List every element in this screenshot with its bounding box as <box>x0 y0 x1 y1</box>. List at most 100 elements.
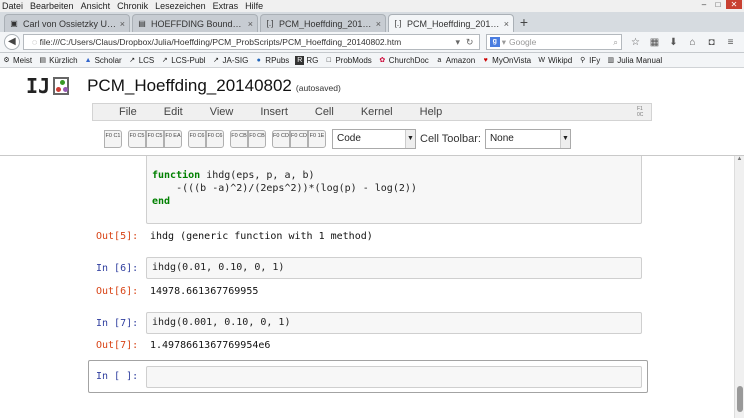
output-7: 1.4978661367769954e6 <box>150 340 271 351</box>
code-line-2: -(((b -a)^2)/(2eps^2))*(log(p) - log(2)) <box>152 183 417 194</box>
jupyter-icon: [.] <box>266 18 274 28</box>
menu-file[interactable]: File <box>119 106 137 118</box>
scroll-up-icon[interactable]: ▲ <box>735 156 744 166</box>
empty-code-cell[interactable] <box>146 366 642 388</box>
close-tab-icon[interactable]: × <box>504 19 509 29</box>
bookmark-label: RPubs <box>265 55 290 65</box>
bookmark-rg[interactable]: R RG <box>295 55 319 65</box>
bookmark-probmods[interactable]: □ ProbMods <box>324 55 372 65</box>
toolbar-group-run: F0 CD F0 CD F0 1E <box>272 129 326 148</box>
close-window-button[interactable]: ✕ <box>726 0 742 9</box>
menu-chronik[interactable]: Chronik <box>117 1 148 11</box>
menu-kernel[interactable]: Kernel <box>361 106 393 118</box>
menu-icon[interactable]: ≡ <box>721 37 740 48</box>
code-cell-7[interactable]: ihdg(0.001, 0.10, 0, 1) <box>146 312 642 334</box>
bookmark-wikipd[interactable]: W Wikipd <box>537 56 572 65</box>
close-tab-icon[interactable]: × <box>376 19 381 29</box>
tab-pcm-hoeffding-1[interactable]: [.] PCM_Hoeffding_20140802 × <box>260 14 386 32</box>
jupyter-icon: [.] <box>394 18 402 28</box>
toolbar-group-insert: F0 CB F0 CB <box>230 129 266 148</box>
bookmark-star-icon[interactable]: ☆ <box>626 37 645 48</box>
download-icon[interactable]: ⬇ <box>664 37 683 48</box>
menu-datei[interactable]: Datei <box>2 1 23 11</box>
code-cell-6[interactable]: ihdg(0.01, 0.10, 0, 1) <box>146 257 642 279</box>
folder-icon: ⚙ <box>3 56 10 64</box>
cell-toolbar-select[interactable]: None ▼ <box>484 128 571 149</box>
vertical-scrollbar[interactable]: ▲ <box>734 156 744 418</box>
bookmark-ify[interactable]: ⚲ IFy <box>578 56 600 65</box>
search-bar[interactable]: g ▾ Google ⌕ <box>485 34 622 50</box>
close-tab-icon[interactable]: × <box>120 19 125 29</box>
notebook-header: IJ PCM_Hoeffding_20140802 (autosaved) <box>0 68 744 103</box>
chevron-down-icon: ▼ <box>559 129 570 148</box>
tab-title: Carl von Ossietzky Universi... <box>23 18 117 29</box>
back-button[interactable]: ◀ <box>4 34 20 50</box>
search-icon[interactable]: ⌕ <box>613 37 618 48</box>
ijulia-logo[interactable]: IJ <box>26 74 70 98</box>
maximize-button[interactable]: □ <box>712 0 724 9</box>
reload-icon[interactable]: ↻ <box>465 37 475 48</box>
interrupt-button[interactable]: F0 CD <box>290 129 308 148</box>
page-icon: ↗ <box>213 56 219 64</box>
run-button[interactable]: F0 CD <box>272 129 290 148</box>
menu-insert[interactable]: Insert <box>260 106 288 118</box>
menu-view[interactable]: View <box>210 106 234 118</box>
menu-ansicht[interactable]: Ansicht <box>81 1 111 11</box>
bookmark-ja-sig[interactable]: ↗ JA-SIG <box>212 56 248 65</box>
paste-button[interactable]: F0 EA <box>164 129 182 148</box>
save-button[interactable]: F0 C1 <box>104 129 122 148</box>
bookmark-lcs[interactable]: ↗ LCS <box>128 56 154 65</box>
cell-type-select[interactable]: Code ▼ <box>332 128 416 149</box>
menu-edit[interactable]: Edit <box>164 106 183 118</box>
bookmark-kuerzlich[interactable]: ▤ Kürzlich <box>38 56 77 65</box>
restart-button[interactable]: F0 1E <box>308 129 326 148</box>
cut-button[interactable]: F0 C5 <box>128 129 146 148</box>
insert-below-button[interactable]: F0 CB <box>248 129 266 148</box>
pocket-icon[interactable]: ◘ <box>702 37 721 48</box>
close-tab-icon[interactable]: × <box>248 19 253 29</box>
menu-hilfe[interactable]: Hilfe <box>245 1 263 11</box>
bookmark-label: ProbMods <box>335 55 372 65</box>
tab-hoeffding-bounds[interactable]: ▤ HOEFFDING Bounds - Old... × <box>132 14 258 32</box>
dropdown-arrow-icon[interactable]: ▾ <box>453 37 463 48</box>
julia-dots-icon <box>53 76 70 95</box>
bookmark-myonvista[interactable]: ♥ MyOnVista <box>481 56 532 65</box>
search-engine-dropdown-icon[interactable]: ▾ <box>502 37 506 48</box>
insert-above-button[interactable]: F0 CB <box>230 129 248 148</box>
move-down-button[interactable]: F0 C6 <box>206 129 224 148</box>
home-icon[interactable]: ⌂ <box>683 37 702 48</box>
minimize-button[interactable]: – <box>698 0 710 9</box>
bookmark-label: RG <box>306 55 319 65</box>
copy-button[interactable]: F0 C5 <box>146 129 164 148</box>
move-up-button[interactable]: F0 C6 <box>188 129 206 148</box>
menu-lesezeichen[interactable]: Lesezeichen <box>155 1 206 11</box>
bookmark-meist[interactable]: ⚙ Meist <box>2 56 32 65</box>
menu-bearbeiten[interactable]: Bearbeiten <box>30 1 74 11</box>
notebook-title[interactable]: PCM_Hoeffding_20140802 <box>87 76 292 96</box>
new-tab-button[interactable]: + <box>516 14 532 32</box>
bookmark-julia-manual[interactable]: ▥ Julia Manual <box>606 56 662 65</box>
reading-list-icon[interactable]: ▦ <box>645 37 664 48</box>
bookmark-churchdoc[interactable]: ✿ ChurchDoc <box>378 56 428 65</box>
url-bar[interactable]: ◌ file:///C:/Users/Claus/Dropbox/Julia/H… <box>22 34 480 50</box>
bookmark-rpubs[interactable]: ● RPubs <box>254 55 290 65</box>
menu-help[interactable]: Help <box>420 106 443 118</box>
bookmark-amazon[interactable]: a Amazon <box>435 56 475 65</box>
code-cell-function[interactable]: function ihdg(eps, p, a, b) -(((b -a)^2)… <box>146 156 642 224</box>
bookmark-scholar[interactable]: ▲ Scholar <box>84 56 122 65</box>
url-text[interactable]: file:///C:/Users/Claus/Dropbox/Julia/Hoe… <box>40 37 451 47</box>
os-menu-bar: Datei Bearbeiten Ansicht Chronik Lesezei… <box>0 0 744 12</box>
google-icon[interactable]: g <box>489 37 500 47</box>
bookmark-lcs-publ[interactable]: ↗ LCS-Publ <box>160 56 206 65</box>
scrollbar-thumb[interactable] <box>737 386 743 412</box>
in-prompt-7: In [7]: <box>96 318 139 329</box>
notebook-toolbar: F0 C1 F0 C5 F0 C5 F0 EA F0 C6 F0 C6 F0 C… <box>104 126 604 151</box>
menu-cell[interactable]: Cell <box>315 106 334 118</box>
rpubs-icon: ● <box>256 56 261 64</box>
menu-extras[interactable]: Extras <box>213 1 239 11</box>
tab-title: PCM_Hoeffding_20140802 <box>279 18 373 29</box>
tab-pcm-hoeffding-2[interactable]: [.] PCM_Hoeffding_20140802 × <box>388 14 514 32</box>
tab-carl-von-ossietzky[interactable]: ▣ Carl von Ossietzky Universi... × <box>4 14 130 32</box>
church-icon: ✿ <box>379 56 386 64</box>
search-placeholder[interactable]: Google <box>509 37 613 47</box>
